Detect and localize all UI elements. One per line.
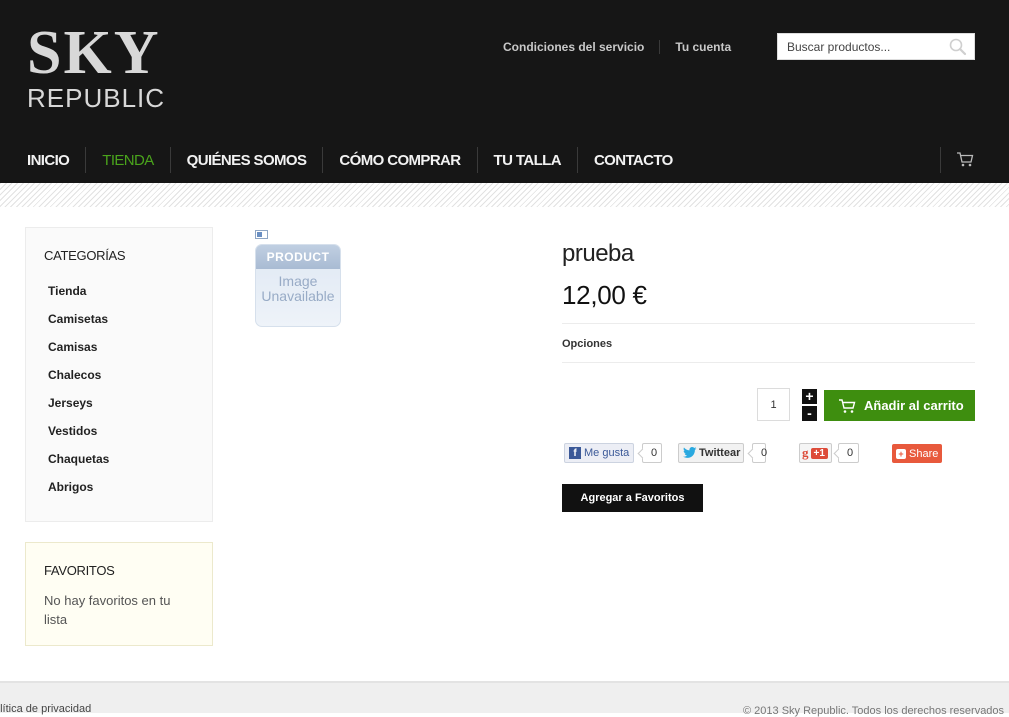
tweet-count: 0 (752, 443, 767, 463)
add-to-cart-label: Añadir al carrito (864, 398, 964, 413)
cart-icon (839, 398, 856, 413)
facebook-icon: f (569, 447, 581, 459)
cart-divider (940, 147, 941, 173)
category-item[interactable]: Chaquetas (48, 451, 109, 479)
divider (562, 362, 975, 363)
quantity-minus-button[interactable]: - (802, 406, 817, 421)
categories-title: CATEGORÍAS (44, 248, 126, 263)
search-input[interactable] (778, 34, 943, 59)
nav-inicio[interactable]: INICIO (27, 152, 70, 169)
nav-quienes-somos[interactable]: QUIÉNES SOMOS (187, 152, 307, 169)
zoom-image-icon[interactable] (255, 230, 268, 239)
favorites-box: FAVORITOS No hay favoritos en tu lista (25, 542, 213, 646)
category-item[interactable]: Chalecos (48, 367, 109, 395)
facebook-like-label: Me gusta (584, 447, 630, 459)
product-image-band: PRODUCT (256, 245, 340, 269)
categories-box: CATEGORÍAS Tienda Camisetas Camisas Chal… (25, 227, 213, 522)
copyright-text: © 2013 Sky Republic. Todos los derechos … (743, 705, 1005, 717)
favorites-title: FAVORITOS (44, 563, 115, 578)
share-plus-icon: + (896, 448, 906, 459)
product-image[interactable]: PRODUCT Image Unavailable (255, 244, 341, 327)
divider (562, 323, 975, 324)
twitter-bird-icon (683, 447, 697, 458)
category-item[interactable]: Abrigos (48, 479, 109, 507)
site-header: SKY REPUBLIC Condiciones del servicio Tu… (0, 0, 1009, 183)
facebook-like-button[interactable]: f Me gusta (564, 443, 634, 463)
categories-list: Tienda Camisetas Camisas Chalecos Jersey… (48, 283, 109, 507)
logo-sky-text: SKY (27, 19, 161, 87)
options-label: Opciones (562, 338, 613, 350)
tweet-label: Twittear (699, 447, 741, 459)
quantity-plus-button[interactable]: + (802, 389, 817, 404)
quantity-input[interactable] (757, 388, 790, 421)
main-nav: INICIO TIENDA QUIÉNES SOMOS CÓMO COMPRAR… (27, 147, 673, 173)
category-item[interactable]: Vestidos (48, 423, 109, 451)
search-box (777, 33, 975, 60)
category-item[interactable]: Camisetas (48, 311, 109, 339)
facebook-like-count: 0 (642, 443, 662, 463)
google-plus-count: 0 (838, 443, 859, 463)
search-icon[interactable] (948, 37, 968, 57)
account-link[interactable]: Tu cuenta (675, 40, 731, 54)
nav-divider (322, 147, 324, 173)
nav-divider (576, 147, 578, 173)
site-logo[interactable]: SKY REPUBLIC (27, 22, 165, 112)
nav-tu-talla[interactable]: TU TALLA (494, 152, 562, 169)
favorites-empty-text: No hay favoritos en tu lista (44, 593, 171, 627)
share-button[interactable]: + Share (892, 444, 942, 463)
add-to-favorites-button[interactable]: Agregar a Favoritos (562, 484, 703, 512)
logo-republic-text: REPUBLIC (27, 83, 166, 113)
category-item[interactable]: Camisas (48, 339, 109, 367)
nav-como-comprar[interactable]: CÓMO COMPRAR (339, 152, 461, 169)
add-to-cart-button[interactable]: Añadir al carrito (824, 390, 975, 421)
top-link-divider (659, 40, 661, 54)
category-item[interactable]: Jerseys (48, 395, 109, 423)
privacy-policy-link[interactable]: olítica de privacidad (0, 703, 91, 715)
tweet-button[interactable]: Twittear (678, 443, 744, 463)
category-item[interactable]: Tienda (48, 283, 109, 311)
share-label: Share (909, 447, 939, 460)
google-plus-icon: g (802, 445, 809, 460)
header-stripe-divider (0, 183, 1009, 207)
product-image-unavailable: Image Unavailable (261, 273, 335, 304)
product-title: prueba (562, 240, 634, 267)
nav-divider (476, 147, 478, 173)
nav-contacto[interactable]: CONTACTO (594, 152, 673, 169)
top-links: Condiciones del servicio Tu cuenta (503, 39, 731, 55)
cart-icon[interactable] (956, 150, 974, 168)
nav-tienda[interactable]: TIENDA (102, 152, 154, 169)
product-price: 12,00 € (562, 280, 647, 310)
terms-link[interactable]: Condiciones del servicio (503, 40, 644, 54)
google-plus-one-label: +1 (810, 447, 828, 459)
nav-divider (85, 147, 87, 173)
google-plus-one-button[interactable]: g +1 (799, 443, 832, 463)
nav-divider (169, 147, 171, 173)
